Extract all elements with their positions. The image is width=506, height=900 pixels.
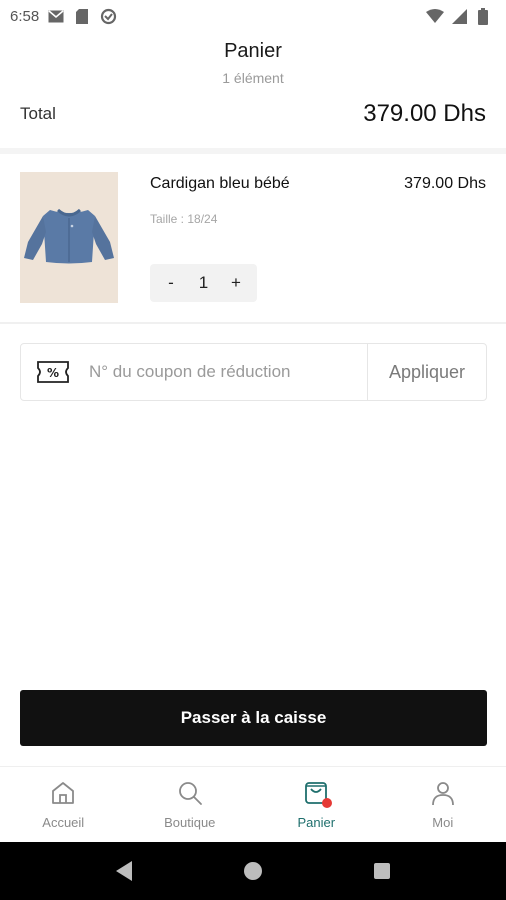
cart-screen: 6:58 Panier 1 élément Total 379.00 Dhs C… bbox=[0, 0, 506, 900]
total-label: Total bbox=[20, 104, 56, 123]
status-left: 6:58 bbox=[10, 7, 117, 25]
quantity-stepper: - 1 + bbox=[150, 264, 257, 302]
nav-item-moi[interactable]: Moi bbox=[380, 767, 506, 842]
product-image[interactable] bbox=[20, 172, 118, 303]
coupon-form: % Appliquer bbox=[20, 343, 487, 401]
home-icon bbox=[49, 779, 77, 807]
recent-apps-icon[interactable] bbox=[370, 859, 394, 883]
product-price: 379.00 Dhs bbox=[404, 175, 486, 192]
back-icon[interactable] bbox=[112, 859, 136, 883]
nav-label: Accueil bbox=[42, 815, 85, 830]
increase-quantity-button[interactable]: + bbox=[227, 273, 245, 293]
signal-icon bbox=[450, 7, 468, 25]
apply-coupon-button[interactable]: Appliquer bbox=[368, 344, 486, 400]
svg-text:%: % bbox=[47, 366, 59, 380]
battery-icon bbox=[474, 7, 492, 25]
nav-label: Panier bbox=[297, 815, 336, 830]
home-circle-icon[interactable] bbox=[241, 859, 265, 883]
nav-item-panier[interactable]: Panier bbox=[253, 767, 380, 842]
nav-label: Moi bbox=[432, 815, 454, 830]
product-name[interactable]: Cardigan bleu bébé bbox=[150, 175, 290, 193]
search-icon bbox=[176, 779, 204, 807]
divider bbox=[0, 148, 506, 154]
item-count: 1 élément bbox=[222, 70, 284, 86]
status-time: 6:58 bbox=[10, 7, 40, 25]
sync-icon bbox=[99, 7, 117, 25]
nav-label: Boutique bbox=[164, 815, 216, 830]
coupon-ticket-icon: % bbox=[33, 357, 73, 387]
divider bbox=[0, 322, 506, 324]
total-value: 379.00 Dhs bbox=[363, 100, 486, 127]
sim-card-icon bbox=[73, 7, 91, 25]
status-right bbox=[426, 7, 492, 25]
cart-notification-dot bbox=[322, 798, 333, 808]
checkout-button[interactable]: Passer à la caisse bbox=[20, 690, 487, 746]
nav-item-accueil[interactable]: Accueil bbox=[0, 767, 127, 842]
quantity-value: 1 bbox=[198, 273, 209, 292]
wifi-icon bbox=[426, 7, 444, 25]
user-icon bbox=[429, 779, 457, 807]
gmail-icon bbox=[47, 7, 65, 25]
status-bar: 6:58 bbox=[0, 0, 506, 32]
decrease-quantity-button[interactable]: - bbox=[162, 273, 180, 293]
shopping-bag-icon bbox=[302, 779, 333, 808]
bottom-navigation: Accueil Boutique Panier Moi bbox=[0, 766, 506, 842]
nav-item-boutique[interactable]: Boutique bbox=[127, 767, 254, 842]
page-title: Panier bbox=[224, 40, 282, 62]
coupon-input[interactable] bbox=[89, 352, 367, 392]
product-size: Taille : 18/24 bbox=[150, 212, 218, 226]
system-navigation-bar bbox=[0, 842, 506, 900]
